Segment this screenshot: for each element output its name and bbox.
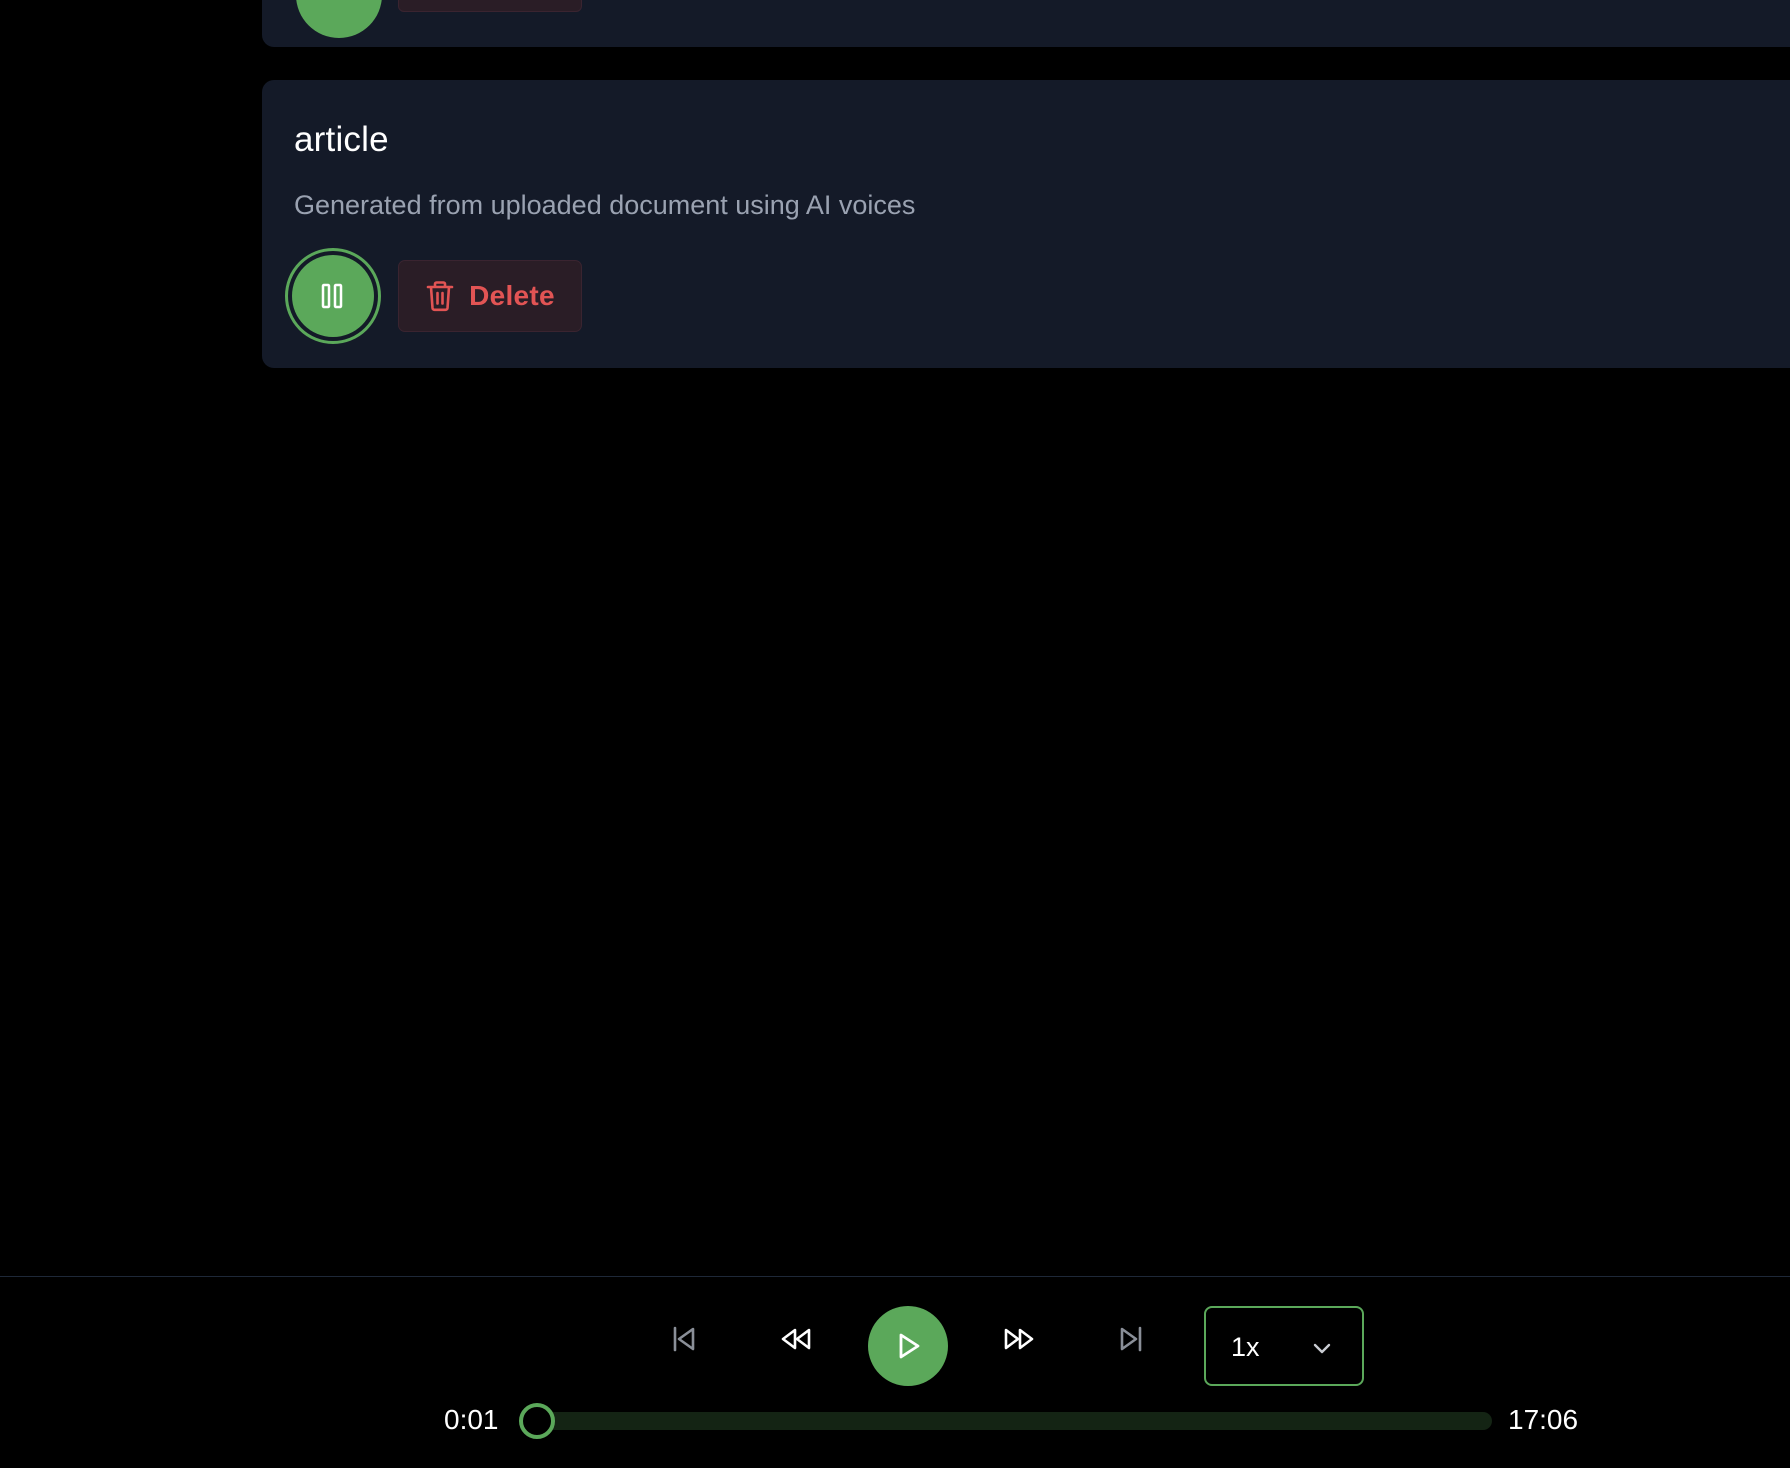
previous-card-play-button[interactable]	[296, 0, 382, 38]
skip-back-icon	[673, 1326, 695, 1352]
card-description: Generated from uploaded document using A…	[294, 190, 916, 220]
rewind-button[interactable]	[776, 1319, 816, 1359]
card-pause-button[interactable]	[285, 248, 381, 344]
playback-speed-select[interactable]: 1x	[1204, 1306, 1364, 1386]
audio-card: article Generated from uploaded document…	[262, 80, 1790, 368]
pause-icon	[321, 283, 343, 309]
previous-card-delete-button[interactable]	[398, 0, 582, 12]
seek-thumb[interactable]	[518, 1403, 555, 1439]
card-pause-button-fill	[292, 255, 374, 337]
fast-forward-icon	[1004, 1328, 1034, 1350]
rewind-icon	[781, 1328, 811, 1350]
delete-button[interactable]: Delete	[398, 260, 582, 332]
fast-forward-button[interactable]	[999, 1319, 1039, 1359]
skip-back-button[interactable]	[664, 1319, 704, 1359]
skip-forward-button[interactable]	[1111, 1319, 1151, 1359]
page: article Generated from uploaded document…	[0, 0, 1790, 1468]
skip-forward-icon	[1120, 1326, 1142, 1352]
play-button[interactable]	[868, 1306, 948, 1386]
card-title: article	[294, 120, 389, 159]
seek-bar[interactable]	[526, 1412, 1492, 1430]
total-time: 17:06	[1508, 1404, 1579, 1435]
chevron-down-icon	[1313, 1343, 1331, 1354]
trash-icon	[426, 281, 454, 312]
delete-button-label: Delete	[469, 280, 555, 311]
previous-card	[262, 0, 1790, 47]
audio-player: 1x 0:01 17:06	[0, 1276, 1790, 1468]
current-time: 0:01	[444, 1404, 499, 1435]
play-icon	[899, 1333, 920, 1359]
playback-speed-value: 1x	[1231, 1332, 1260, 1362]
